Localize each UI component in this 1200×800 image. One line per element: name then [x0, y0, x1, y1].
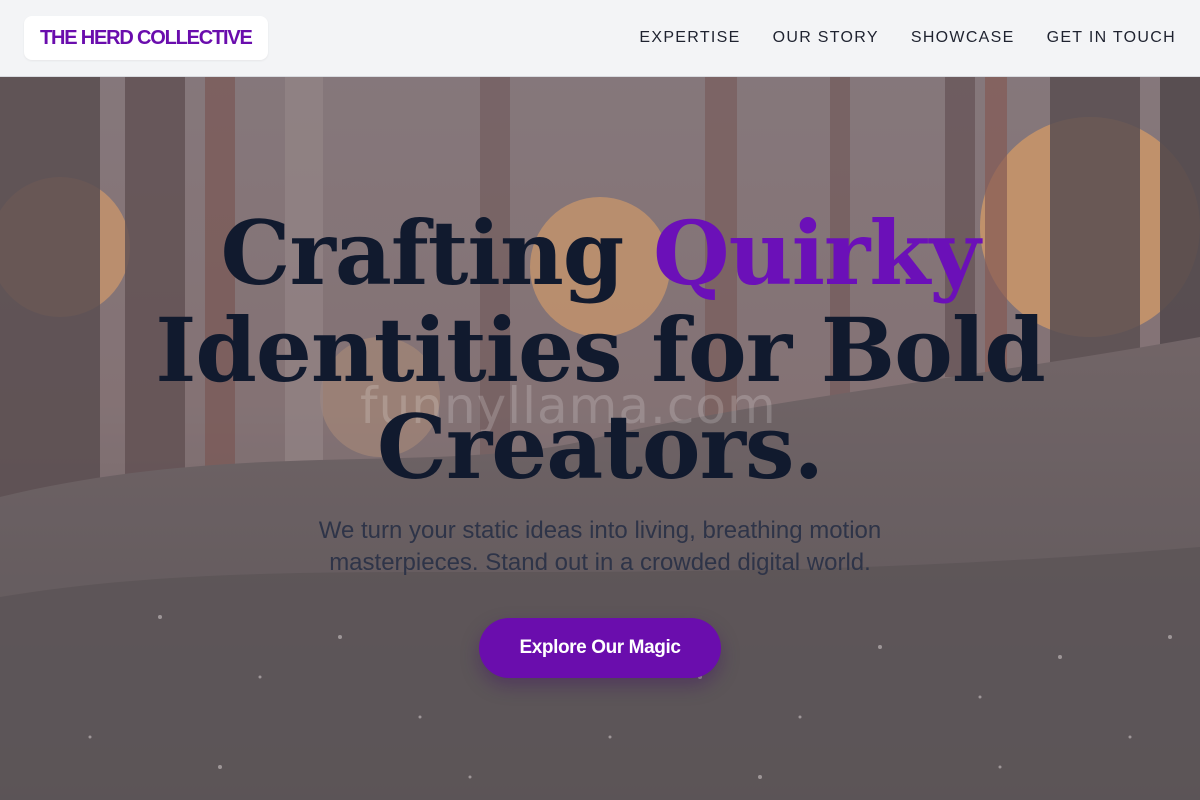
nav-get-in-touch[interactable]: GET IN TOUCH: [1047, 29, 1176, 47]
site-header: THE HERD COLLECTIVE EXPERTISE OUR STORY …: [0, 0, 1200, 77]
hero-subtitle: We turn your static ideas into living, b…: [318, 517, 882, 576]
nav-showcase[interactable]: SHOWCASE: [911, 29, 1015, 47]
explore-magic-button[interactable]: Explore Our Magic: [479, 618, 721, 678]
headline-accent: Quirky: [652, 201, 981, 305]
nav-expertise[interactable]: EXPERTISE: [639, 29, 740, 47]
nav-our-story[interactable]: OUR STORY: [773, 29, 879, 47]
headline-part1: Crafting: [220, 201, 653, 305]
hero-headline: Crafting Quirky Identities for Bold Crea…: [100, 205, 1100, 496]
logo[interactable]: THE HERD COLLECTIVE: [24, 16, 268, 60]
hero-section: funnyllama.com Crafting Quirky Identitie…: [0, 77, 1200, 800]
main-nav: EXPERTISE OUR STORY SHOWCASE GET IN TOUC…: [639, 29, 1176, 47]
headline-part2: Identities for Bold Creators.: [155, 298, 1046, 499]
hero-content: funnyllama.com Crafting Quirky Identitie…: [0, 77, 1200, 800]
